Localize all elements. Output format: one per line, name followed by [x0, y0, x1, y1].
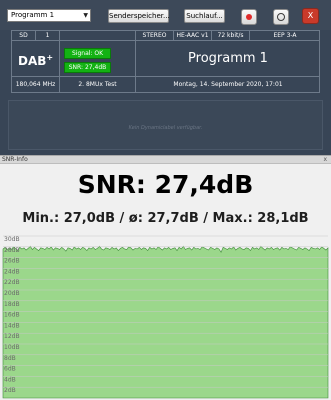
y-tick-label: 22dB [4, 279, 20, 286]
dab-main-window: Programm 1 ▼ Senderspeicher... Suchlauf.… [0, 0, 331, 155]
info-panel: SD 1 STEREO HE-AAC v1 72 kbit/s EEP 3-A … [11, 30, 320, 93]
snr-titlebar[interactable]: SNR-Info x [0, 155, 331, 164]
snr-series-area [2, 245, 329, 399]
y-tick-label: 12dB [4, 333, 20, 340]
y-tick-label: 8dB [4, 355, 16, 362]
program-select-value: Programm 1 [11, 11, 55, 19]
frequency-label: 180,064 MHz [12, 77, 60, 93]
y-tick-label: 16dB [4, 312, 20, 319]
y-tick-label: 6dB [4, 366, 16, 373]
snr-value: SNR: 27,4dB [77, 170, 254, 199]
y-tick-label: 18dB [4, 301, 20, 308]
record-button[interactable] [241, 9, 257, 25]
program-name: Programm 1 [136, 40, 320, 77]
search-button[interactable]: Suchlauf... [184, 9, 225, 23]
datetime-label: Montag, 14. September 2020, 17:01 [136, 77, 320, 93]
y-tick-label: 10dB [4, 344, 20, 351]
y-tick-label: 2dB [4, 387, 16, 394]
circle-icon [277, 13, 285, 21]
snr-close-button[interactable]: x [323, 156, 327, 164]
y-tick-label: 14dB [4, 322, 20, 329]
dynamic-label-text: Kein Dynamiclabel verfügbar. [128, 125, 203, 131]
sd-number: 1 [36, 31, 60, 41]
dab-logo-plus: + [46, 53, 54, 62]
snr-window-title: SNR-Info [2, 156, 28, 163]
station-memory-button[interactable]: Senderspeicher... [108, 9, 170, 23]
snr-chart: 30dB 28dB 26dB 24dB 22dB 20dB 18dB 16dB 14dB 12dB… [0, 232, 331, 400]
mux-label: 2. 8MUx Test [60, 77, 136, 93]
settings-button[interactable] [273, 9, 289, 25]
dab-logo-text: DAB [18, 54, 47, 68]
y-tick-label: 30dB [4, 236, 20, 243]
snr-info-window: SNR-Info x SNR: 27,4dB Min.: 27,0dB / ø:… [0, 155, 331, 400]
dab-plus-logo: DAB+ [18, 53, 53, 68]
program-select[interactable]: Programm 1 ▼ [7, 9, 91, 22]
sd-label: SD [12, 31, 36, 41]
y-tick-label: 20dB [4, 290, 20, 297]
signal-status-badge: Signal: OK [64, 48, 111, 59]
snr-status-badge: SNR: 27,4dB [64, 62, 111, 73]
y-tick-label: 24dB [4, 268, 20, 275]
chevron-down-icon: ▼ [83, 12, 88, 19]
y-tick-label: 4dB [4, 376, 16, 383]
close-button[interactable]: X [302, 8, 319, 24]
record-icon [246, 14, 252, 20]
toolbar: Programm 1 ▼ Senderspeicher... Suchlauf.… [0, 0, 331, 30]
dynamic-label-panel: Kein Dynamiclabel verfügbar. [8, 100, 323, 150]
empty-cell [60, 31, 136, 41]
y-tick-label: 28dB [4, 247, 20, 254]
snr-stats: Min.: 27,0dB / ø: 27,7dB / Max.: 28,1dB [22, 211, 309, 226]
y-tick-label: 26dB [4, 258, 20, 265]
